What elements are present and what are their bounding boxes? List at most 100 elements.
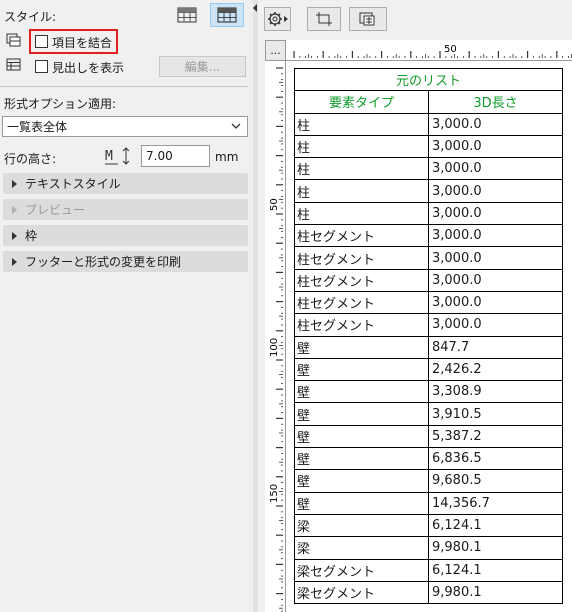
row-height-unit: mm (215, 150, 239, 164)
style-button-plain[interactable] (170, 3, 204, 27)
format-option-value: 一覧表全体 (7, 120, 68, 134)
table-row: 梁セグメント 9,980.1 (294, 580, 563, 605)
element-type-cell: 柱 (294, 112, 429, 136)
schedule-settings-panel: スタイル: 項目を結合 見出しを表示 編集... 形式オプション適用: 一覧表全… (0, 0, 253, 612)
merge-items-label: 項目を結合 (52, 36, 113, 50)
edit-button[interactable]: 編集... (159, 56, 246, 77)
row-height-icon: M (104, 146, 134, 169)
table-title-row: 元のリスト (294, 67, 563, 92)
element-type-cell: 柱セグメント (294, 224, 429, 248)
length-3d-cell: 3,000.0 (428, 290, 563, 315)
section-footer-print[interactable]: フッターと形式の変更を印刷 (3, 251, 248, 272)
table-row: 壁 847.7 (294, 335, 563, 359)
length-3d-cell: 3,000.0 (428, 224, 563, 248)
element-type-cell: 柱セグメント (294, 246, 429, 270)
table-row: 柱セグメント 3,000.0 (294, 224, 563, 248)
element-type-cell: 柱 (294, 201, 429, 226)
table-row: 柱 3,000.0 (294, 112, 563, 136)
element-type-cell: 柱セグメント (294, 290, 429, 315)
length-3d-cell: 3,910.5 (428, 402, 563, 426)
merge-items-checkbox[interactable] (35, 35, 48, 48)
table-row: 壁 6,836.5 (294, 447, 563, 471)
vertical-ruler-ticks: 50 100 150 (269, 67, 283, 612)
element-type-cell: 梁セグメント (294, 558, 429, 582)
element-type-cell: 壁 (294, 424, 429, 449)
length-3d-cell: 3,000.0 (428, 313, 563, 337)
settings-button[interactable] (264, 7, 291, 31)
element-type-cell: 柱セグメント (294, 268, 429, 292)
table-row: 梁 9,980.1 (294, 536, 563, 560)
schedule-table: 元のリスト 要素タイプ 3D長さ 柱 3,000.0 柱 3,000.0 柱 3,000.… (294, 67, 563, 605)
element-type-cell: 壁 (294, 402, 429, 426)
column-header: 要素タイプ (294, 90, 429, 114)
headings-icon (6, 58, 21, 74)
length-3d-cell: 9,980.1 (428, 580, 563, 605)
length-3d-cell: 847.7 (428, 335, 563, 359)
element-type-cell: 梁 (294, 513, 429, 538)
svg-text:M: M (105, 149, 113, 164)
table-row: 柱セグメント 3,000.0 (294, 246, 563, 270)
ruler-label: 100 (269, 338, 280, 357)
length-3d-cell: 3,000.0 (428, 201, 563, 226)
format-option-select[interactable]: 一覧表全体 (2, 116, 248, 137)
table-row: 柱セグメント 3,000.0 (294, 268, 563, 292)
fit-view-icon (316, 12, 332, 26)
table-row: 柱 3,000.0 (294, 201, 563, 226)
length-3d-cell: 3,000.0 (428, 268, 563, 292)
expand-arrow-icon (12, 231, 17, 240)
zoom-view-button[interactable] (349, 7, 387, 31)
element-type-cell: 壁 (294, 491, 429, 515)
element-type-cell: 壁 (294, 357, 429, 382)
length-3d-cell: 3,000.0 (428, 157, 563, 181)
table-row: 梁セグメント 6,124.1 (294, 558, 563, 582)
section-preview[interactable]: プレビュー (3, 199, 248, 220)
horizontal-ruler-ticks: 50 (293, 44, 572, 58)
table-row: 柱 3,000.0 (294, 179, 563, 203)
element-type-cell: 柱 (294, 179, 429, 203)
schedule-preview-canvas: 元のリスト 要素タイプ 3D長さ 柱 3,000.0 柱 3,000.0 柱 3,000.… (286, 61, 572, 612)
grid-style-selected-icon (217, 7, 237, 23)
element-type-cell: 柱 (294, 157, 429, 181)
length-3d-cell: 3,308.9 (428, 380, 563, 404)
row-height-label: 行の高さ: (4, 152, 57, 166)
table-row: 柱 3,000.0 (294, 134, 563, 159)
table-row: 壁 3,308.9 (294, 380, 563, 404)
section-frame[interactable]: 枠 (3, 225, 248, 246)
table-title: 元のリスト (294, 67, 563, 92)
section-text-style[interactable]: テキストスタイル (3, 173, 248, 194)
length-3d-cell: 6,836.5 (428, 447, 563, 471)
style-button-grid[interactable] (210, 3, 244, 27)
expand-arrow-icon (12, 205, 17, 214)
vertical-ruler: 50 100 150 (265, 61, 286, 612)
table-header-row: 要素タイプ 3D長さ (294, 90, 563, 114)
show-headings-checkbox[interactable] (35, 60, 48, 73)
length-3d-cell: 2,426.2 (428, 357, 563, 382)
table-row: 梁 6,124.1 (294, 513, 563, 538)
table-row: 柱セグメント 3,000.0 (294, 290, 563, 315)
ruler-corner-button[interactable]: ... (265, 40, 286, 61)
table-row: 壁 3,910.5 (294, 402, 563, 426)
table-row: 柱セグメント 3,000.0 (294, 313, 563, 337)
table-row: 壁 9,680.5 (294, 469, 563, 493)
show-headings-label: 見出しを表示 (52, 61, 125, 75)
element-type-cell: 梁セグメント (294, 580, 429, 605)
ruler-label: 150 (269, 484, 280, 503)
length-3d-cell: 6,124.1 (428, 558, 563, 582)
element-type-cell: 梁 (294, 536, 429, 560)
format-option-label: 形式オプション適用: (4, 97, 117, 111)
row-height-input[interactable]: 7.00 (141, 145, 210, 167)
horizontal-ruler: 50 (286, 40, 572, 61)
expand-arrow-icon (12, 179, 17, 188)
separator (0, 86, 248, 87)
element-type-cell: 壁 (294, 447, 429, 471)
ruler-label: 50 (269, 198, 280, 211)
ruler-label: 50 (444, 44, 457, 55)
zoom-view-icon (359, 12, 375, 26)
settings-gear-icon (267, 12, 288, 26)
length-3d-cell: 14,356.7 (428, 491, 563, 515)
fit-view-button[interactable] (307, 7, 341, 31)
style-label: スタイル: (4, 10, 57, 24)
chevron-down-icon (231, 123, 241, 129)
length-3d-cell: 3,000.0 (428, 179, 563, 203)
table-row: 柱 3,000.0 (294, 157, 563, 181)
